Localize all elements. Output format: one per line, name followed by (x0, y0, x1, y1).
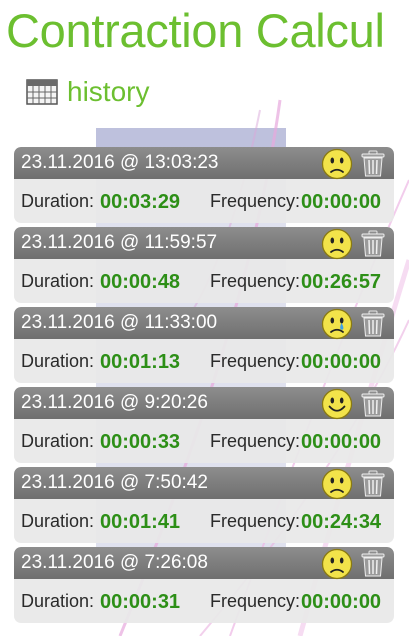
duration-value: 00:00:31 (100, 591, 181, 613)
smiley-face-icon[interactable] (321, 228, 353, 260)
entry-body: Duration: 00:00:31 Frequency: 00:00:00 (14, 579, 394, 623)
smiley-face-icon[interactable] (321, 388, 353, 420)
entry-body: Duration: 00:00:48 Frequency: 00:26:57 (14, 259, 394, 303)
entry-body: Duration: 00:01:41 Frequency: 00:24:34 (14, 499, 394, 543)
frequency-value: 00:00:00 (301, 431, 382, 453)
entry-body: Duration: 00:00:33 Frequency: 00:00:00 (14, 419, 394, 463)
entry-header: 23.11.2016 @ 11:59:57 (14, 227, 394, 260)
entry-timestamp: 23.11.2016 @ 13:03:23 (21, 152, 219, 173)
history-entry[interactable]: 23.11.2016 @ 7:50:42 Duration: 00:01:41 … (14, 467, 394, 543)
frequency-label: Frequency: (210, 591, 301, 611)
duration-label: Duration: (21, 271, 95, 291)
frequency-label: Frequency: (210, 191, 301, 211)
duration-label: Duration: (21, 591, 95, 611)
trash-icon[interactable] (361, 230, 385, 257)
app-title: Contraction Calcul (6, 4, 385, 57)
trash-icon[interactable] (361, 310, 385, 337)
history-entry[interactable]: 23.11.2016 @ 11:33:00 Duration: 00:01:13… (14, 307, 394, 383)
section-title: history (67, 76, 150, 107)
frequency-value: 00:24:34 (301, 511, 382, 533)
smiley-face-icon[interactable] (321, 548, 353, 580)
history-entry[interactable]: 23.11.2016 @ 13:03:23 Duration: 00:03:29… (14, 147, 394, 223)
entry-body: Duration: 00:03:29 Frequency: 00:00:00 (14, 179, 394, 223)
entry-timestamp: 23.11.2016 @ 9:20:26 (21, 392, 208, 413)
duration-label: Duration: (21, 511, 95, 531)
entry-header: 23.11.2016 @ 11:33:00 (14, 307, 394, 340)
entry-header: 23.11.2016 @ 9:20:26 (14, 387, 394, 420)
frequency-label: Frequency: (210, 431, 301, 451)
history-entry[interactable]: 23.11.2016 @ 7:26:08 Duration: 00:00:31 … (14, 547, 394, 623)
entry-timestamp: 23.11.2016 @ 11:59:57 (21, 232, 218, 253)
frequency-label: Frequency: (210, 511, 301, 531)
frequency-value: 00:00:00 (301, 191, 382, 213)
entry-header: 23.11.2016 @ 13:03:23 (14, 147, 394, 180)
history-list: 23.11.2016 @ 13:03:23 Duration: 00:03:29… (14, 147, 394, 627)
entry-header: 23.11.2016 @ 7:26:08 (14, 547, 394, 580)
calendar-icon (26, 79, 58, 105)
frequency-value: 00:00:00 (301, 591, 382, 613)
trash-icon[interactable] (361, 390, 385, 417)
frequency-label: Frequency: (210, 351, 301, 371)
history-entry[interactable]: 23.11.2016 @ 9:20:26 Duration: 00:00:33 … (14, 387, 394, 463)
entry-timestamp: 23.11.2016 @ 7:50:42 (21, 472, 208, 493)
entry-timestamp: 23.11.2016 @ 11:33:00 (21, 312, 218, 333)
trash-icon[interactable] (361, 150, 385, 177)
trash-icon[interactable] (361, 470, 385, 497)
frequency-value: 00:00:00 (301, 351, 382, 373)
duration-label: Duration: (21, 351, 95, 371)
smiley-face-icon[interactable] (321, 308, 353, 340)
frequency-label: Frequency: (210, 271, 301, 291)
duration-label: Duration: (21, 191, 95, 211)
frequency-value: 00:26:57 (301, 271, 382, 293)
duration-value: 00:01:41 (100, 511, 181, 533)
duration-label: Duration: (21, 431, 95, 451)
duration-value: 00:00:48 (100, 271, 181, 293)
duration-value: 00:00:33 (100, 431, 181, 453)
history-entry[interactable]: 23.11.2016 @ 11:59:57 Duration: 00:00:48… (14, 227, 394, 303)
duration-value: 00:03:29 (100, 191, 181, 213)
duration-value: 00:01:13 (100, 351, 181, 373)
entry-timestamp: 23.11.2016 @ 7:26:08 (21, 552, 208, 573)
entry-header: 23.11.2016 @ 7:50:42 (14, 467, 394, 500)
smiley-face-icon[interactable] (321, 148, 353, 180)
entry-body: Duration: 00:01:13 Frequency: 00:00:00 (14, 339, 394, 383)
smiley-face-icon[interactable] (321, 468, 353, 500)
trash-icon[interactable] (361, 550, 385, 577)
history-header: history (26, 72, 149, 112)
